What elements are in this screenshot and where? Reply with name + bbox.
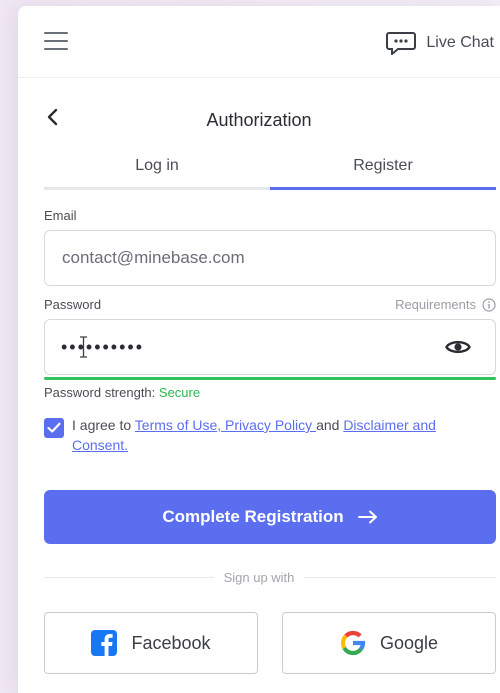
terms-link[interactable]: Terms of Use, Privacy Policy bbox=[135, 417, 316, 433]
complete-registration-button[interactable]: Complete Registration bbox=[44, 490, 496, 544]
facebook-signup-button[interactable]: Facebook bbox=[44, 612, 258, 674]
registration-panel: Live Chat Authorization Log in Register … bbox=[18, 6, 500, 693]
live-chat-label: Live Chat bbox=[426, 34, 494, 51]
strength-value: Secure bbox=[158, 385, 201, 400]
auth-tabs: Log in Register bbox=[44, 144, 496, 194]
password-field[interactable]: •••••••••• bbox=[44, 319, 496, 375]
text-cursor-icon bbox=[80, 336, 87, 358]
info-icon bbox=[482, 297, 496, 312]
requirements-label: Requirements bbox=[395, 297, 476, 312]
email-label: Email bbox=[44, 208, 77, 223]
submit-label: Complete Registration bbox=[162, 507, 344, 526]
arrow-right-icon bbox=[357, 510, 377, 524]
top-bar: Live Chat bbox=[18, 6, 500, 78]
password-label: Password bbox=[44, 297, 102, 312]
live-chat-button[interactable]: Live Chat bbox=[386, 30, 494, 56]
agreement-prefix: I agree to bbox=[72, 417, 135, 433]
facebook-label: Facebook bbox=[131, 632, 211, 653]
google-signup-button[interactable]: Google bbox=[282, 612, 496, 674]
password-strength-bar bbox=[44, 377, 496, 380]
password-requirements-link[interactable]: Requirements bbox=[395, 297, 496, 312]
divider-label: Sign up with bbox=[213, 570, 305, 585]
agree-checkbox[interactable] bbox=[44, 418, 64, 438]
page-title: Authorization bbox=[206, 110, 312, 130]
tab-register[interactable]: Register bbox=[270, 144, 496, 190]
auth-header: Authorization bbox=[18, 98, 500, 138]
agreement-middle: and bbox=[316, 417, 344, 433]
email-field[interactable] bbox=[44, 230, 496, 286]
hamburger-menu-icon[interactable] bbox=[44, 32, 68, 52]
chat-bubble-icon bbox=[386, 32, 417, 55]
checkmark-icon bbox=[47, 422, 61, 433]
google-icon bbox=[340, 630, 366, 656]
password-value: •••••••••• bbox=[61, 337, 145, 357]
strength-label: Password strength: bbox=[44, 385, 156, 400]
sign-up-with-label: Sign up with bbox=[18, 570, 500, 585]
google-label: Google bbox=[379, 632, 439, 653]
password-strength: Password strength: Secure bbox=[44, 385, 200, 400]
tab-login[interactable]: Log in bbox=[44, 144, 270, 190]
show-password-eye-icon[interactable] bbox=[445, 338, 471, 356]
facebook-icon bbox=[91, 630, 118, 656]
agreement-text: I agree to Terms of Use, Privacy Policy … bbox=[72, 415, 492, 455]
